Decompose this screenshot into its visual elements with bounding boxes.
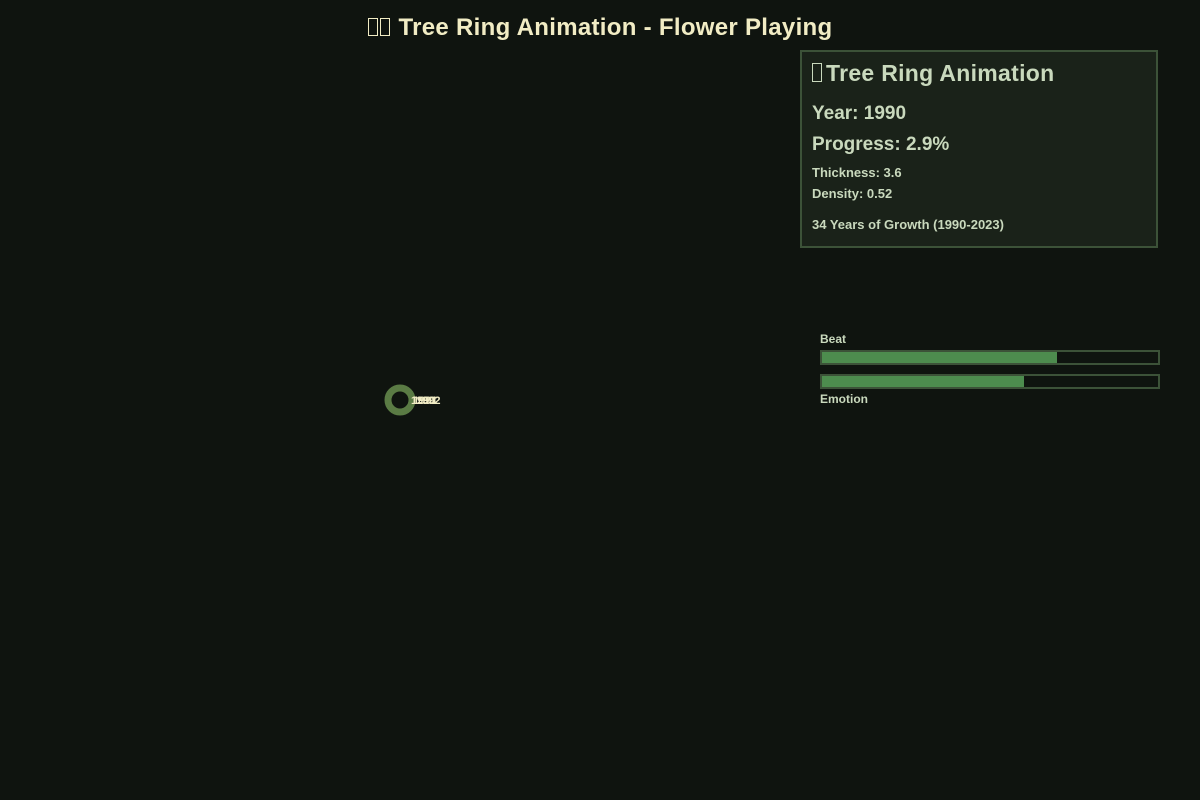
growth-summary: 34 Years of Growth (1990-2023) bbox=[812, 217, 1004, 232]
thickness-readout: Thickness: 3.6 bbox=[812, 165, 902, 180]
ring-year-label: 1992 bbox=[416, 395, 440, 407]
density-readout: Density: 0.52 bbox=[812, 186, 893, 201]
panel-heading-text: Tree Ring Animation bbox=[826, 60, 1055, 86]
tree-emoji-icon bbox=[812, 63, 822, 82]
beat-meter-fill bbox=[822, 352, 1058, 363]
beat-meter bbox=[820, 350, 1160, 365]
beat-meter-label: Beat bbox=[820, 332, 847, 346]
emotion-meter bbox=[820, 374, 1160, 389]
year-readout: Year: 1990 bbox=[812, 103, 907, 124]
animation-stage: Tree Ring Animation - Flower Playing 199… bbox=[0, 0, 1200, 800]
panel-heading: Tree Ring Animation bbox=[812, 60, 1146, 87]
progress-readout: Progress: 2.9% bbox=[812, 134, 950, 155]
emotion-meter-label: Emotion bbox=[820, 392, 868, 406]
emotion-meter-fill bbox=[822, 376, 1024, 387]
tree-ring bbox=[384, 384, 416, 416]
info-panel: Tree Ring Animation Year: 1990 Progress:… bbox=[800, 50, 1158, 248]
